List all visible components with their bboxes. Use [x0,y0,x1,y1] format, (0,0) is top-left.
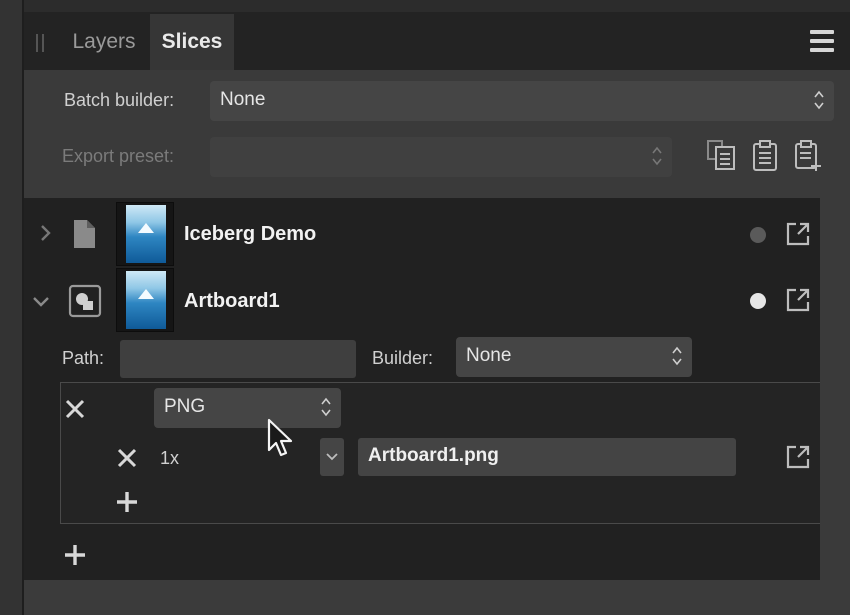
chevron-down-icon[interactable] [30,292,52,312]
path-input[interactable] [120,340,356,378]
panel-grip-icon[interactable] [36,34,44,52]
add-format-plus-icon[interactable] [64,544,86,566]
tab-layers[interactable]: Layers [60,14,148,70]
hamburger-menu-icon[interactable] [810,30,834,52]
top-strip [24,0,850,12]
format-select[interactable]: PNG [154,388,341,428]
chevron-right-icon[interactable] [36,222,56,244]
builder-select[interactable]: None [456,337,692,377]
up-down-arrows-icon [814,90,824,110]
status-dot[interactable] [750,227,766,243]
document-icon [72,218,98,250]
scale-dropdown-button[interactable] [320,438,344,476]
builder-value: None [466,345,512,366]
filename-input[interactable]: Artboard1.png [358,438,736,476]
add-size-plus-icon[interactable] [116,491,138,513]
iceberg-demo-thumbnail [116,202,174,266]
export-preset-label: Export preset: [62,146,175,166]
batch-builder-value: None [220,89,266,110]
batch-builder-label: Batch builder: [64,90,175,110]
row-title-artboard1[interactable]: Artboard1 [184,286,280,316]
window-gutter [0,0,24,615]
export-arrow-icon[interactable] [784,443,812,471]
tab-slices[interactable]: Slices [150,14,234,70]
export-arrow-icon[interactable] [784,286,812,314]
close-icon[interactable] [64,398,86,420]
mouse-pointer-icon [266,418,296,460]
artboard1-thumbnail [116,268,174,332]
scrollbar-track[interactable] [820,198,850,580]
export-arrow-icon[interactable] [784,220,812,248]
artboard-icon [68,284,102,318]
panel-footer [24,580,850,615]
up-down-arrows-icon [321,397,331,417]
path-label: Path: [62,348,105,368]
status-dot[interactable] [750,293,766,309]
up-down-arrows-icon [652,146,662,166]
up-down-arrows-icon [672,346,682,366]
format-value: PNG [164,396,206,417]
add-preset-icon[interactable] [792,139,824,173]
builder-label: Builder: [372,348,434,368]
paste-preset-icon[interactable] [750,139,782,173]
row-title-iceberg-demo[interactable]: Iceberg Demo [184,219,316,249]
export-preset-select[interactable] [210,137,672,177]
close-icon[interactable] [116,447,138,469]
batch-builder-select[interactable]: None [210,81,834,121]
chevron-down-icon [326,453,338,461]
copy-preset-icon[interactable] [706,139,738,173]
scale-value[interactable]: 1x [160,440,179,476]
